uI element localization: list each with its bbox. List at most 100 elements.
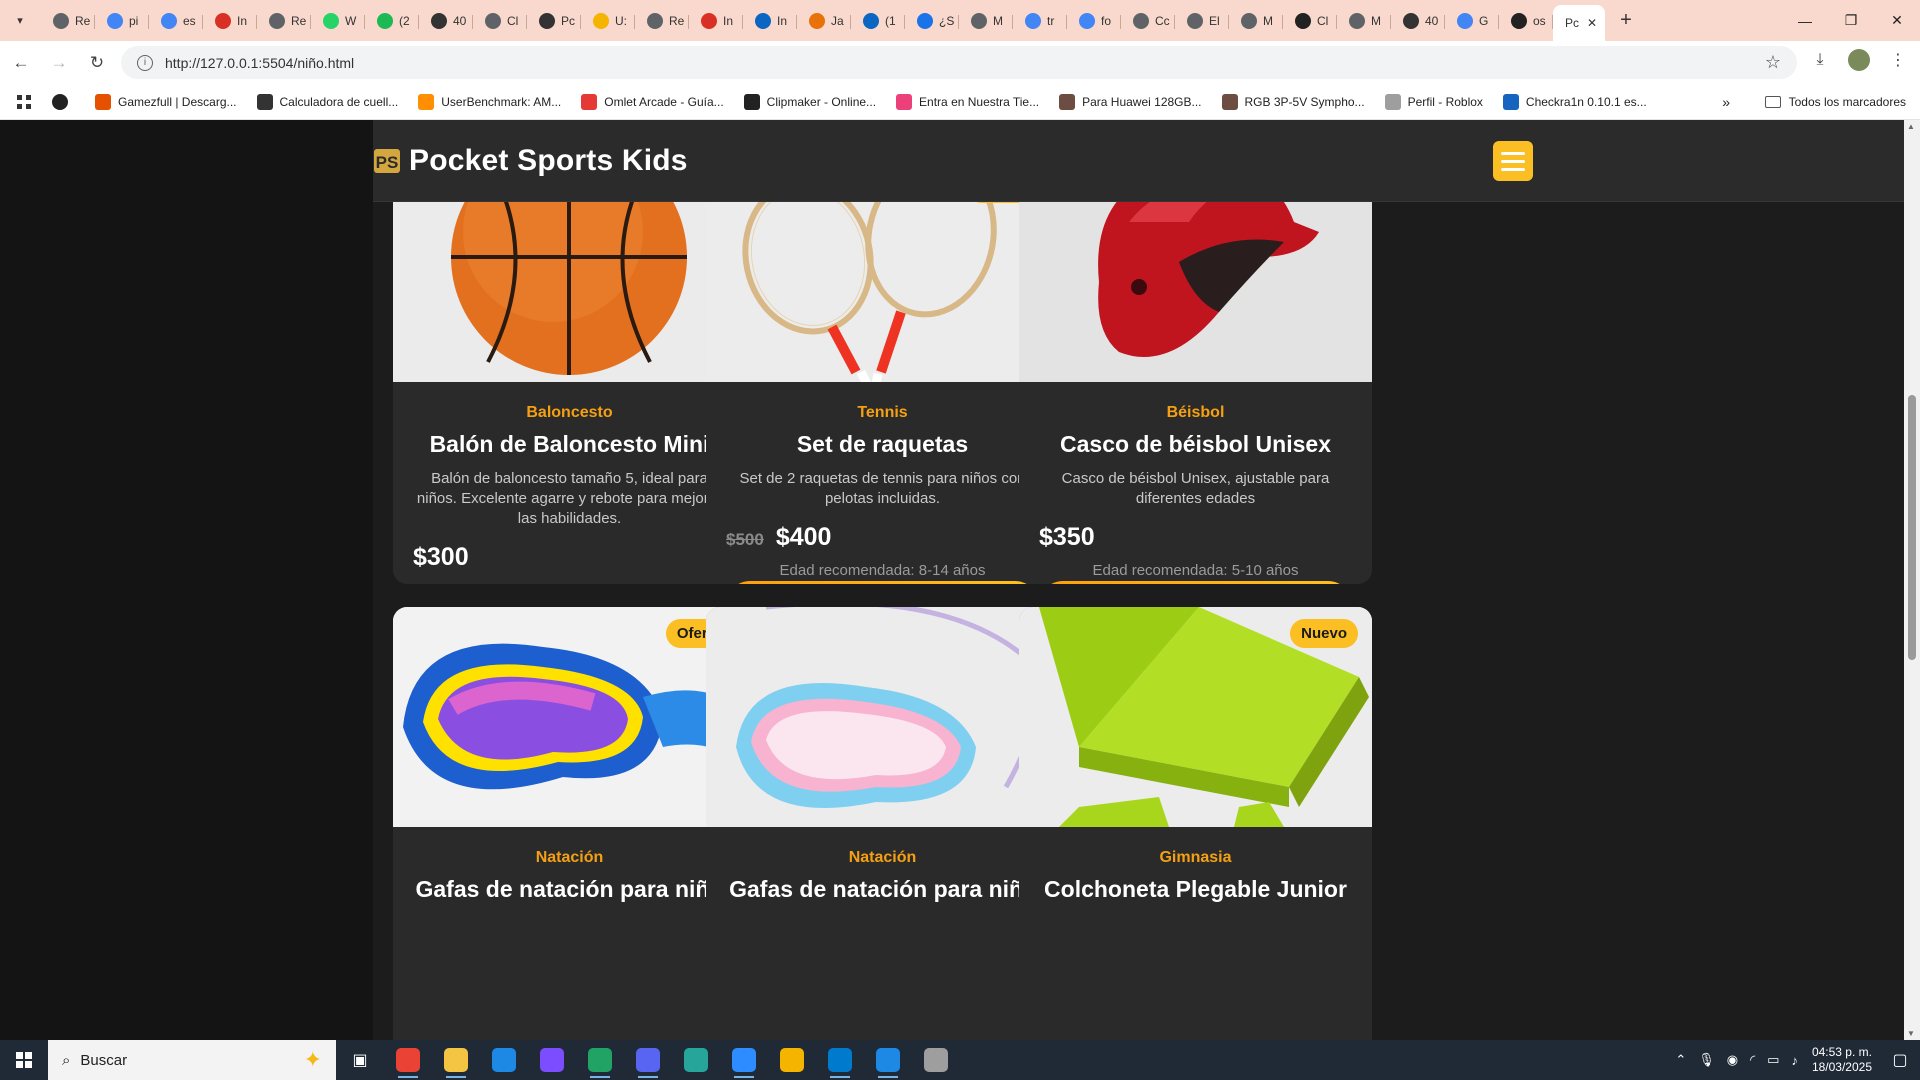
bookmark-item[interactable]: Perfil - Roblox [1384, 93, 1483, 110]
bookmark-item[interactable]: Gamezfull | Descarg... [95, 93, 237, 110]
browser-tab[interactable]: Ja [797, 5, 851, 37]
volume-icon[interactable]: ♪ [1791, 1053, 1798, 1068]
browser-tab[interactable]: Cl [473, 5, 527, 37]
taskbar-app-store-icon[interactable] [480, 1040, 528, 1080]
browser-tab[interactable]: In [203, 5, 257, 37]
scroll-up-arrow-icon[interactable]: ▲ [1907, 122, 1915, 131]
add-to-cart-button[interactable]: AÑADIR AL CARRITO [1039, 581, 1352, 584]
browser-tab[interactable]: Re [257, 5, 311, 37]
back-button[interactable]: ← [4, 46, 38, 80]
browser-tab[interactable]: In [689, 5, 743, 37]
site-logo[interactable]: PS Pocket Sports Kids [373, 144, 688, 178]
product-image[interactable]: Oferta [393, 607, 746, 827]
site-info-icon[interactable]: i [137, 54, 153, 71]
taskbar-app-chrome-icon[interactable] [384, 1040, 432, 1080]
taskbar-app-vscode-icon[interactable] [816, 1040, 864, 1080]
bookmark-item[interactable]: Para Huawei 128GB... [1059, 93, 1202, 110]
hamburger-menu-button[interactable] [1493, 141, 1533, 181]
more-bookmarks-chevron-icon[interactable]: » [1722, 94, 1730, 110]
product-title: Set de raquetas [796, 431, 969, 457]
new-tab-button[interactable]: + [1611, 6, 1641, 36]
all-bookmarks-folder[interactable]: Todos los marcadores [1764, 95, 1906, 109]
browser-tab[interactable]: pi [95, 5, 149, 37]
wifi-icon[interactable]: ◜ [1750, 1052, 1755, 1068]
taskbar-app-copilot-icon[interactable] [528, 1040, 576, 1080]
taskbar-app-zoom-icon[interactable] [720, 1040, 768, 1080]
scrollbar-thumb[interactable] [1908, 395, 1916, 660]
browser-tab[interactable]: Pc [527, 5, 581, 37]
bookmark-item[interactable]: Calculadora de cuell... [256, 93, 398, 110]
bookmark-item[interactable]: UserBenchmark: AM... [418, 93, 561, 110]
browser-tab[interactable]: 40 [419, 5, 473, 37]
browser-tab[interactable]: El [1175, 5, 1229, 37]
bookmark-favicon-icon [418, 93, 435, 110]
browser-tab[interactable]: es [149, 5, 203, 37]
forward-button[interactable]: → [42, 46, 76, 80]
browser-tab[interactable]: tr [1013, 5, 1067, 37]
taskbar-app-app-icon[interactable] [912, 1040, 960, 1080]
add-to-cart-button[interactable]: AÑADIR AL CARRITO [726, 581, 1039, 584]
profile-avatar[interactable] [1848, 49, 1870, 71]
task-view-icon[interactable]: ▣ [336, 1040, 384, 1080]
browser-tab[interactable]: W [311, 5, 365, 37]
tab-search-button[interactable]: ▾ [5, 6, 35, 36]
browser-tab[interactable]: (1 [851, 5, 905, 37]
browser-tab[interactable]: Cc [1121, 5, 1175, 37]
taskbar-app-excel-icon[interactable] [576, 1040, 624, 1080]
browser-tab[interactable]: M [1337, 5, 1391, 37]
browser-tab[interactable]: M [1229, 5, 1283, 37]
scroll-down-arrow-icon[interactable]: ▼ [1907, 1029, 1915, 1038]
bookmark-item[interactable]: Checkra1n 0.10.1 es... [1502, 93, 1647, 110]
taskbar-app-git-icon[interactable] [768, 1040, 816, 1080]
product-image[interactable]: Nuevo [1019, 607, 1372, 827]
bookmark-item[interactable]: Entra en Nuestra Tie... [896, 93, 1039, 110]
camera-icon[interactable]: ◉ [1727, 1052, 1738, 1068]
microphone-icon[interactable]: 🎙 [1698, 1052, 1715, 1068]
price-row: $300 [413, 543, 726, 572]
product-image[interactable] [706, 607, 1059, 827]
browser-tab[interactable]: G [1445, 5, 1499, 37]
page-scrollbar[interactable]: ▲ ▼ [1904, 120, 1920, 1040]
apps-grid-icon[interactable] [16, 94, 32, 110]
bookmark-item[interactable]: Clipmaker - Online... [743, 93, 876, 110]
browser-tab-active[interactable]: Pc ✕ [1553, 5, 1605, 41]
url-text: http://127.0.0.1:5504/niño.html [165, 54, 355, 71]
bookmark-item[interactable] [52, 93, 75, 110]
close-window-button[interactable]: ✕ [1874, 0, 1920, 41]
tab-favicon-icon [161, 12, 177, 29]
close-tab-icon[interactable]: ✕ [1587, 16, 1597, 30]
minimize-button[interactable]: — [1782, 0, 1828, 41]
bookmark-item[interactable]: RGB 3P-5V Sympho... [1221, 93, 1365, 110]
bookmark-star-icon[interactable]: ☆ [1765, 52, 1781, 73]
browser-tab[interactable]: (2 [365, 5, 419, 37]
clock[interactable]: 04:53 p. m. 18/03/2025 [1812, 1045, 1872, 1075]
taskbar-app-notes-icon[interactable] [672, 1040, 720, 1080]
browser-tab[interactable]: U: [581, 5, 635, 37]
taskbar-app-paint-icon[interactable] [864, 1040, 912, 1080]
browser-tab[interactable]: Cl [1283, 5, 1337, 37]
chevron-up-icon[interactable]: ⌃ [1675, 1052, 1686, 1068]
downloads-icon[interactable]: ⤓ [1806, 46, 1834, 74]
menu-kebab-icon[interactable]: ⋮ [1884, 46, 1912, 74]
browser-tab[interactable]: 40 [1391, 5, 1445, 37]
tab-label: W [345, 13, 357, 28]
browser-tab[interactable]: Re [41, 5, 95, 37]
reload-button[interactable]: ↻ [80, 46, 114, 80]
taskbar-app-explorer-icon[interactable] [432, 1040, 480, 1080]
browser-tab[interactable]: Re [635, 5, 689, 37]
browser-tab[interactable]: ¿S [905, 5, 959, 37]
product-card: PopularTennisSet de raquetasSet de 2 raq… [706, 162, 1059, 584]
browser-tab[interactable]: fo [1067, 5, 1121, 37]
bookmark-item[interactable]: Omlet Arcade - Guía... [581, 93, 724, 110]
notifications-icon[interactable]: ▢ [1880, 1040, 1920, 1080]
taskbar-app-discord-icon[interactable] [624, 1040, 672, 1080]
address-bar[interactable]: i http://127.0.0.1:5504/niño.html ☆ [121, 46, 1797, 79]
browser-tab[interactable]: os [1499, 5, 1553, 37]
restore-button[interactable]: ❐ [1828, 0, 1874, 41]
start-button[interactable] [0, 1040, 48, 1080]
browser-tab[interactable]: M [959, 5, 1013, 37]
browser-tab[interactable]: In [743, 5, 797, 37]
tab-favicon-icon [485, 12, 501, 29]
taskbar-search[interactable]: ⌕ Buscar ✦ [48, 1040, 336, 1080]
battery-icon[interactable]: ▭ [1767, 1052, 1779, 1068]
